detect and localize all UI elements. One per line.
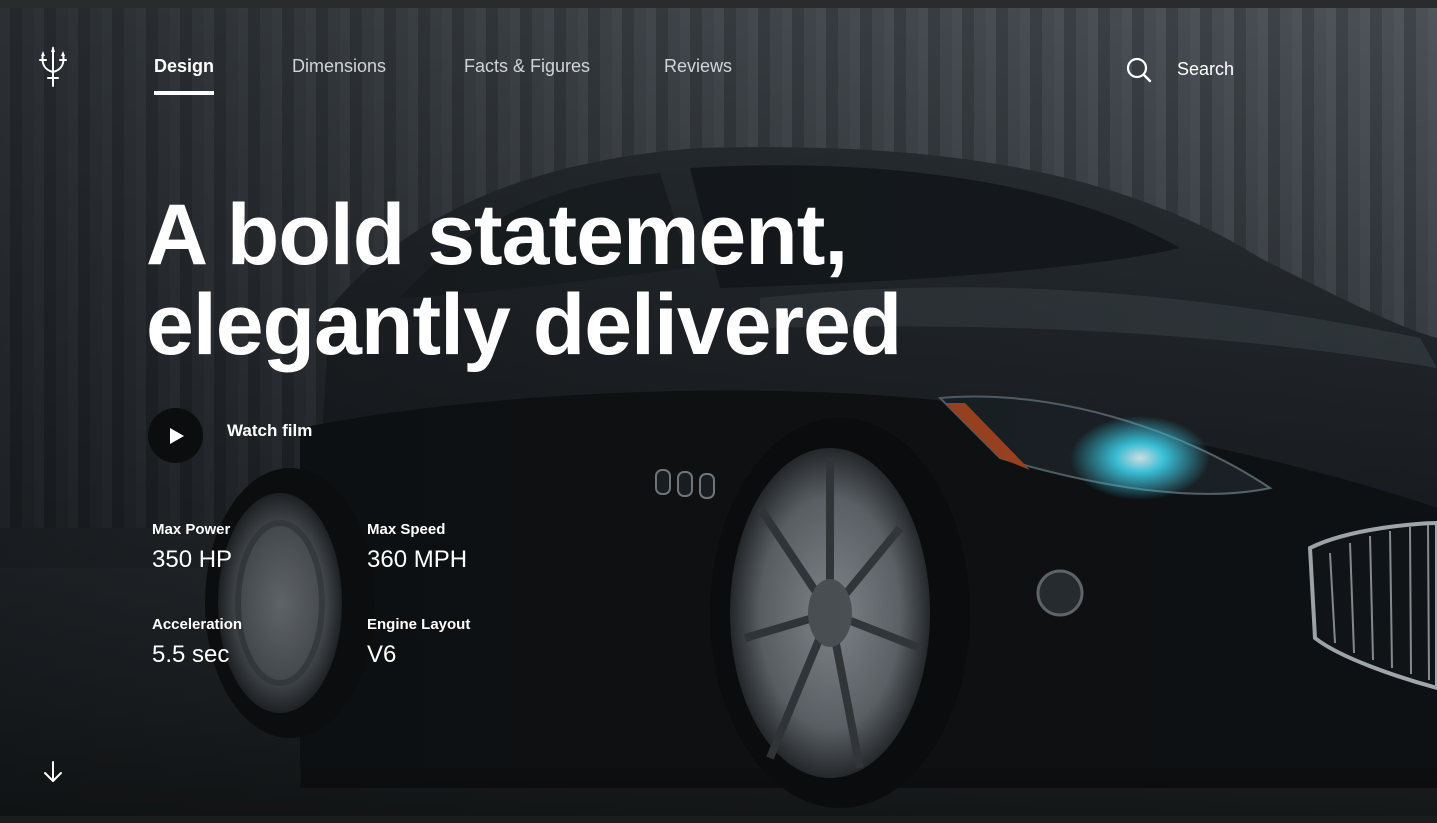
- spec-value: 5.5 sec: [152, 641, 230, 668]
- spec-max-power: Max Power 350 HP: [152, 521, 232, 574]
- hero-section: [0, 8, 1437, 816]
- top-edge-bar: [0, 0, 1437, 8]
- spec-value: 360 MPH: [367, 546, 468, 573]
- spec-max-speed: Max Speed 360 MPH: [367, 521, 467, 574]
- watch-film-link[interactable]: Watch film: [227, 421, 312, 441]
- spec-label: Max Speed: [367, 521, 446, 538]
- tab-facts-figures[interactable]: Facts & Figures: [464, 56, 590, 77]
- spec-engine-layout: Engine Layout V6: [367, 616, 470, 669]
- active-tab-indicator: [154, 91, 214, 95]
- bottom-edge-bar: [0, 816, 1437, 823]
- headline-line-1: A bold statement,: [146, 187, 848, 283]
- arrow-down-icon[interactable]: [42, 760, 64, 784]
- spec-acceleration: Acceleration 5.5 sec: [152, 616, 242, 669]
- spec-label: Max Power: [152, 521, 231, 538]
- tab-reviews[interactable]: Reviews: [664, 56, 732, 77]
- search-label: Search: [1177, 59, 1235, 79]
- headline-line-2: elegantly delivered: [146, 277, 902, 373]
- spec-label: Engine Layout: [367, 616, 471, 633]
- hero-overlay: [0, 8, 1437, 816]
- trident-logo-icon[interactable]: [36, 46, 70, 88]
- search-icon: [1126, 57, 1152, 83]
- play-button[interactable]: [148, 408, 203, 463]
- hero-headline: A bold statement, elegantly delivered: [146, 190, 1046, 370]
- spec-value: V6: [367, 641, 397, 668]
- spec-value: 350 HP: [152, 546, 233, 573]
- tab-design[interactable]: Design: [154, 56, 214, 77]
- play-icon: [170, 428, 184, 444]
- tab-dimensions[interactable]: Dimensions: [292, 56, 386, 77]
- spec-label: Acceleration: [152, 616, 243, 633]
